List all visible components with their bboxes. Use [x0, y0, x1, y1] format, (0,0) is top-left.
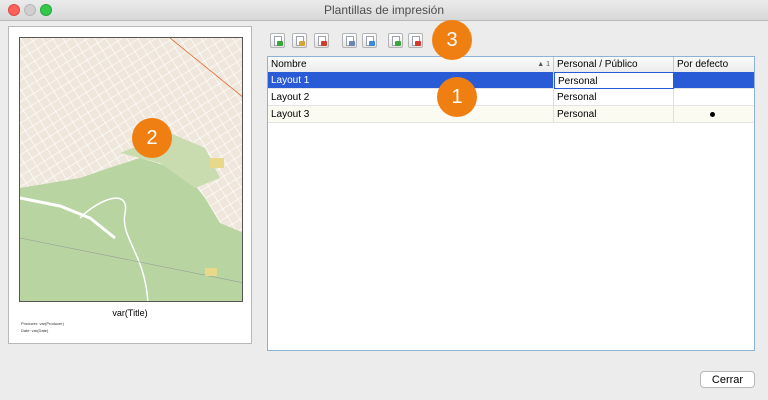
callout-1: 1 — [437, 77, 477, 117]
new-template-button[interactable] — [270, 33, 285, 48]
window-titlebar: Plantillas de impresión — [0, 0, 768, 21]
cell-name[interactable]: Layout 1 — [268, 72, 554, 89]
duplicate-template-button[interactable] — [342, 33, 357, 48]
table-row[interactable]: Layout 1 Personal — [268, 72, 754, 89]
default-marker-icon — [710, 112, 715, 117]
window-title: Plantillas de impresión — [323, 3, 445, 17]
table-row[interactable]: Layout 2 Personal — [268, 89, 754, 106]
preview-title: var(Title) — [112, 308, 148, 318]
callout-2: 2 — [132, 118, 172, 158]
cell-scope[interactable]: Personal — [554, 72, 674, 89]
preview-date: Date: var(Date) — [21, 328, 49, 333]
export-template-button[interactable] — [408, 33, 423, 48]
column-header-default[interactable]: Por defecto — [674, 57, 754, 72]
cell-scope[interactable]: Personal — [554, 89, 674, 106]
cell-default[interactable] — [674, 106, 754, 123]
rename-template-button[interactable] — [362, 33, 377, 48]
sort-ascending-icon: ▲ 1 — [537, 61, 550, 68]
import-template-button[interactable] — [388, 33, 403, 48]
cell-default[interactable] — [674, 89, 754, 106]
table-row[interactable]: Layout 3 Personal — [268, 106, 754, 123]
preview-producer: Producer: var(Producer) — [21, 321, 64, 326]
edit-template-button[interactable] — [292, 33, 307, 48]
delete-template-button[interactable] — [314, 33, 329, 48]
column-header-scope[interactable]: Personal / Público — [554, 57, 674, 72]
cell-default[interactable] — [674, 72, 754, 89]
close-button[interactable]: Cerrar — [700, 371, 755, 388]
column-header-nombre[interactable]: Nombre ▲ 1 — [268, 57, 554, 72]
template-preview: var(Title) Producer: var(Producer) Date:… — [8, 26, 252, 344]
templates-table[interactable]: Nombre ▲ 1 Personal / Público Por defect… — [267, 56, 755, 351]
map-preview-image — [19, 37, 243, 302]
callout-3: 3 — [432, 20, 472, 60]
cell-scope[interactable]: Personal — [554, 106, 674, 123]
cell-name[interactable]: Layout 2 — [268, 89, 554, 106]
cell-name[interactable]: Layout 3 — [268, 106, 554, 123]
table-header: Nombre ▲ 1 Personal / Público Por defect… — [268, 57, 754, 73]
